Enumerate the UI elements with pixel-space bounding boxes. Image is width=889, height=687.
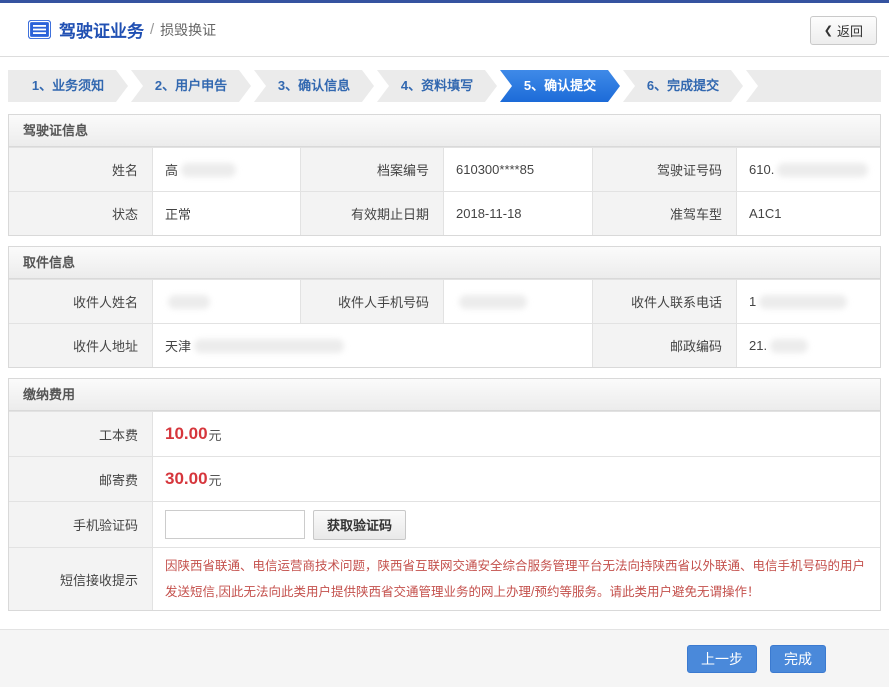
value-sms-code: 获取验证码 (152, 502, 880, 547)
verification-code-row: 手机验证码 获取验证码 (9, 501, 880, 547)
section-title-fees: 缴纳费用 (9, 379, 880, 411)
get-code-button[interactable]: 获取验证码 (313, 510, 406, 540)
section-fees: 缴纳费用工本费10.00元邮寄费30.00元手机验证码获取验证码短信接收提示因陕… (8, 378, 881, 611)
steps-bar: 1、业务须知2、用户申告3、确认信息4、资料填写5、确认提交6、完成提交 (8, 70, 881, 102)
table-row: 收件人姓名 收件人手机号码 收件人联系电话 1 (9, 279, 880, 323)
chevron-left-icon: ❮ (824, 24, 833, 37)
label-expiry-date: 有效期止日期 (300, 192, 443, 235)
table-row: 状态正常 有效期止日期 2018-11-18 准驾车型 A1C1 (9, 191, 880, 235)
label-recipient-phone: 收件人联系电话 (592, 280, 736, 323)
redaction-blur (777, 163, 868, 177)
main-content: 驾驶证信息姓名高 档案编号 610300****85 驾驶证号码 610. 状态正常 有效期… (8, 114, 881, 611)
redaction-blur (770, 339, 808, 353)
value-license-number: 610. (736, 148, 880, 191)
finish-button[interactable]: 完成 (770, 645, 826, 673)
section-title-license: 驾驶证信息 (9, 115, 880, 147)
label-postal-code: 邮政编码 (592, 324, 736, 367)
value-sms-notice: 因陕西省联通、电信运营商技术问题，陕西省互联网交通安全综合服务管理平台无法向持陕… (152, 548, 880, 610)
value-recipient-address: 天津 (152, 324, 592, 367)
value-text: A1C1 (749, 206, 782, 221)
table-row: 姓名高 档案编号 610300****85 驾驶证号码 610. (9, 147, 880, 191)
back-button[interactable]: ❮ 返回 (810, 16, 877, 45)
fee-unit: 元 (209, 470, 222, 489)
value-postal-code: 21. (736, 324, 880, 367)
label-name: 姓名 (9, 148, 152, 191)
step-2[interactable]: 2、用户申告 (131, 70, 251, 102)
step-4[interactable]: 4、资料填写 (377, 70, 497, 102)
fee-row: 工本费10.00元 (9, 411, 880, 456)
step-3[interactable]: 3、确认信息 (254, 70, 374, 102)
label-sms-notice: 短信接收提示 (9, 548, 152, 610)
value-text: 610. (749, 162, 774, 177)
value-text: 1 (749, 294, 756, 309)
section-pickup: 取件信息收件人姓名 收件人手机号码 收件人联系电话 1 收件人地址天津 邮政编码 21. (8, 246, 881, 368)
value-postage-fee: 30.00元 (152, 457, 880, 501)
label-recipient-address: 收件人地址 (9, 324, 152, 367)
redaction-blur (759, 295, 847, 309)
label-vehicle-class: 准驾车型 (592, 192, 736, 235)
value-expiry-date: 2018-11-18 (443, 192, 592, 235)
header: 驾驶证业务 / 损毁换证 ❮ 返回 (0, 3, 889, 57)
value-text: 正常 (165, 204, 191, 223)
steps-bar-filler (746, 70, 881, 102)
value-file-number: 610300****85 (443, 148, 592, 191)
value-status: 正常 (152, 192, 300, 235)
section-license: 驾驶证信息姓名高 档案编号 610300****85 驾驶证号码 610. 状态正常 有效期… (8, 114, 881, 236)
label-license-number: 驾驶证号码 (592, 148, 736, 191)
sms-notice-text: 因陕西省联通、电信运营商技术问题，陕西省互联网交通安全综合服务管理平台无法向持陕… (165, 553, 868, 605)
page-title: 驾驶证业务 (59, 17, 144, 42)
license-menu-icon (28, 20, 51, 39)
value-recipient-mobile (443, 280, 592, 323)
value-production-fee: 10.00元 (152, 412, 880, 456)
value-text: 21. (749, 338, 767, 353)
value-text: 610300****85 (456, 162, 534, 177)
label-postage-fee: 邮寄费 (9, 457, 152, 501)
redaction-blur (459, 295, 527, 309)
label-file-number: 档案编号 (300, 148, 443, 191)
redaction-blur (194, 339, 344, 353)
value-text: 2018-11-18 (456, 206, 522, 221)
value-recipient-name (152, 280, 300, 323)
step-6[interactable]: 6、完成提交 (623, 70, 743, 102)
prev-step-button[interactable]: 上一步 (687, 645, 757, 673)
step-5[interactable]: 5、确认提交 (500, 70, 620, 102)
sms-notice-row: 短信接收提示因陕西省联通、电信运营商技术问题，陕西省互联网交通安全综合服务管理平… (9, 547, 880, 610)
value-text: 高 (165, 160, 178, 179)
sms-code-input[interactable] (165, 510, 305, 539)
table-row: 收件人地址天津 邮政编码 21. (9, 323, 880, 367)
value-name: 高 (152, 148, 300, 191)
label-production-fee: 工本费 (9, 412, 152, 456)
breadcrumb-current: 损毁换证 (160, 20, 216, 40)
value-recipient-phone: 1 (736, 280, 880, 323)
footer-bar: 上一步 完成 (0, 629, 889, 687)
label-recipient-name: 收件人姓名 (9, 280, 152, 323)
redaction-blur (181, 163, 236, 177)
fee-unit: 元 (209, 425, 222, 444)
fee-amount: 30.00 (165, 469, 208, 489)
section-title-pickup: 取件信息 (9, 247, 880, 279)
label-status: 状态 (9, 192, 152, 235)
breadcrumb-separator: / (150, 21, 154, 38)
label-recipient-mobile: 收件人手机号码 (300, 280, 443, 323)
redaction-blur (168, 295, 210, 309)
label-sms-code: 手机验证码 (9, 502, 152, 547)
step-1[interactable]: 1、业务须知 (8, 70, 128, 102)
value-text: 天津 (165, 336, 191, 355)
fee-row: 邮寄费30.00元 (9, 456, 880, 501)
back-button-label: 返回 (837, 21, 863, 40)
fee-amount: 10.00 (165, 424, 208, 444)
value-vehicle-class: A1C1 (736, 192, 880, 235)
